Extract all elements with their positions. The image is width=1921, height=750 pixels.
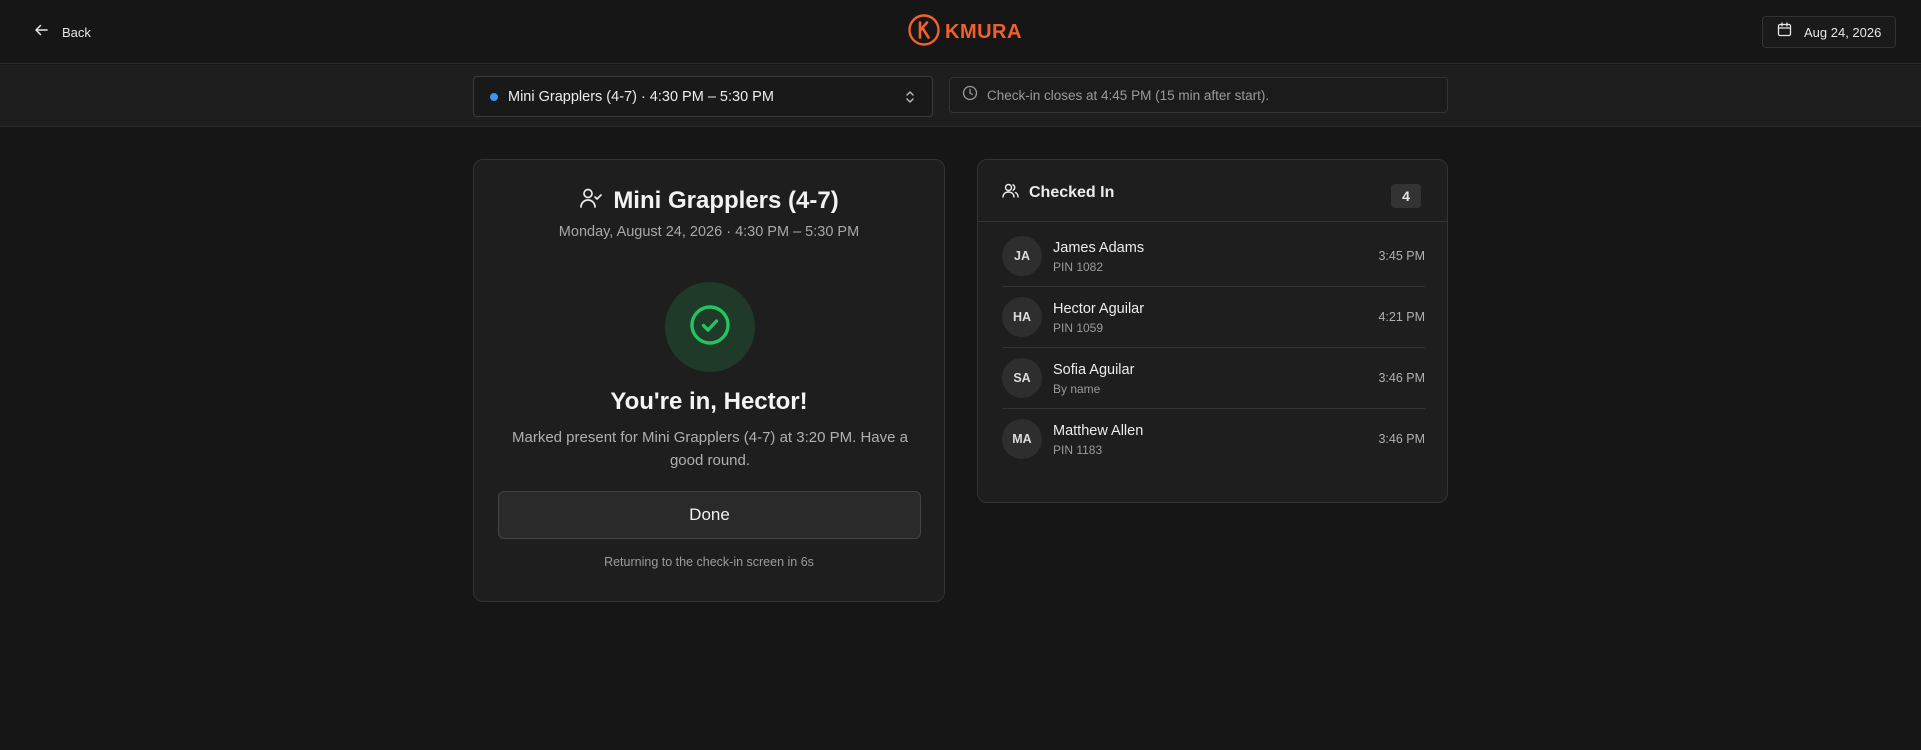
- user-check-icon: [579, 186, 603, 215]
- checkin-notice: Check-in closes at 4:45 PM (15 min after…: [949, 77, 1448, 113]
- avatar: JA: [1002, 236, 1042, 276]
- class-title: Mini Grapplers (4-7): [474, 186, 944, 215]
- attendee-name: James Adams: [1053, 240, 1145, 256]
- top-bar: Back KMURA Aug 24, 2026: [0, 0, 1921, 64]
- success-badge: [665, 282, 755, 372]
- class-select[interactable]: Mini Grapplers (4-7) · 4:30 PM – 5:30 PM: [473, 76, 933, 117]
- success-message: Marked present for Mini Grapplers (4-7) …: [512, 429, 908, 469]
- checkin-time: 3:45 PM: [1378, 249, 1425, 263]
- attendee-detail: By name: [1053, 382, 1101, 396]
- attendee-name: Matthew Allen: [1053, 423, 1144, 439]
- attendee-name: Hector Aguilar: [1053, 301, 1145, 317]
- attendee-detail: PIN 1183: [1053, 443, 1103, 457]
- avatar: SA: [1002, 358, 1042, 398]
- users-icon: [1002, 182, 1019, 204]
- back-label: Back: [62, 24, 91, 40]
- success-heading: You're in, Hector!: [610, 388, 808, 415]
- checkin-time: 3:46 PM: [1378, 432, 1425, 446]
- class-bar: Mini Grapplers (4-7) · 4:30 PM – 5:30 PM…: [0, 65, 1921, 127]
- attendee-row[interactable]: MA Matthew Allen PIN 1183 3:46 PM: [1002, 409, 1425, 470]
- chevron-up-down-icon: [904, 89, 916, 110]
- checkin-time: 4:21 PM: [1378, 310, 1425, 324]
- arrow-left-icon: [34, 23, 48, 42]
- checked-in-title: Checked In: [1002, 182, 1114, 204]
- attendee-row[interactable]: SA Sofia Aguilar By name 3:46 PM: [1002, 348, 1425, 409]
- logo-text: KMURA: [945, 20, 1022, 43]
- date-picker-button[interactable]: Aug 24, 2026: [1762, 16, 1896, 48]
- attendee-detail: PIN 1082: [1053, 260, 1104, 274]
- back-button[interactable]: Back: [34, 20, 91, 44]
- class-title-text: Mini Grapplers (4-7): [613, 186, 839, 214]
- checked-in-card: Checked In 4 JA James Adams PIN 1082 3:4…: [977, 159, 1448, 503]
- checkin-time: 3:46 PM: [1378, 371, 1425, 385]
- kmura-logo-icon: [907, 13, 941, 52]
- app-logo: KMURA: [907, 13, 1022, 52]
- clock-icon: [962, 85, 978, 106]
- checked-in-count-badge: 4: [1391, 184, 1421, 208]
- check-circle-icon: [688, 303, 732, 352]
- confirmation-card: Mini Grapplers (4-7) Monday, August 24, …: [473, 159, 945, 602]
- date-label: Aug 24, 2026: [1804, 24, 1882, 40]
- checked-in-header: Checked In 4: [978, 160, 1447, 222]
- class-subtitle: Monday, August 24, 2026 · 4:30 PM – 5:30…: [558, 224, 860, 240]
- attendee-list: JA James Adams PIN 1082 3:45 PM HA Hecto…: [1002, 226, 1425, 470]
- avatar: HA: [1002, 297, 1042, 337]
- done-button[interactable]: Done: [498, 491, 921, 539]
- checked-in-title-text: Checked In: [1029, 184, 1115, 201]
- class-select-value: Mini Grapplers (4-7) · 4:30 PM – 5:30 PM: [508, 88, 774, 105]
- notice-text: Check-in closes at 4:45 PM (15 min after…: [987, 87, 1270, 103]
- return-countdown: Returning to the check-in screen in 6s: [604, 555, 814, 569]
- status-dot: [490, 92, 498, 101]
- attendee-detail: PIN 1059: [1053, 321, 1104, 335]
- attendee-row[interactable]: JA James Adams PIN 1082 3:45 PM: [1002, 226, 1425, 287]
- avatar: MA: [1002, 419, 1042, 459]
- attendee-row[interactable]: HA Hector Aguilar PIN 1059 4:21 PM: [1002, 287, 1425, 348]
- attendee-name: Sofia Aguilar: [1053, 362, 1135, 378]
- calendar-icon: [1777, 22, 1792, 42]
